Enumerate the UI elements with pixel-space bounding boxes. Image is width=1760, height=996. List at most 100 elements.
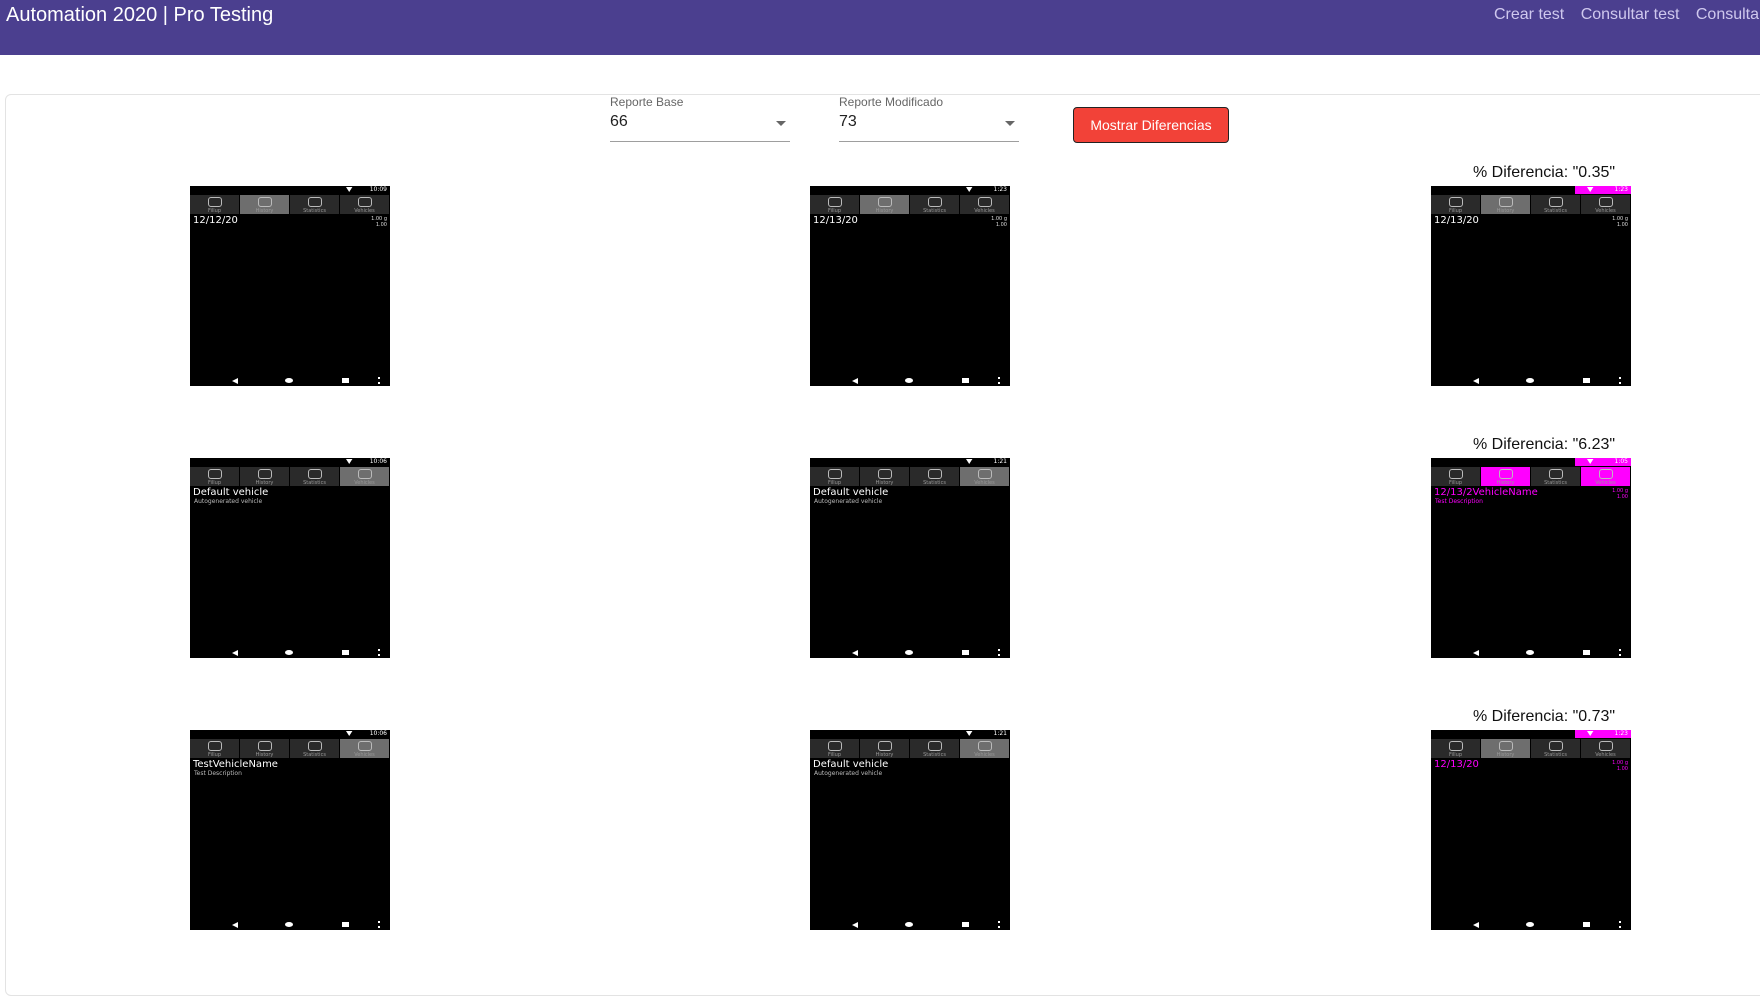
- app-tab-fillup: Fillup: [810, 739, 860, 758]
- stats-icon: [307, 197, 322, 207]
- mostrar-diferencias-button[interactable]: Mostrar Diferencias: [1073, 107, 1229, 143]
- app-tab-history: History: [860, 467, 910, 486]
- stats-icon: [1548, 197, 1563, 207]
- app-tab-label: Fillup: [827, 480, 842, 486]
- app-tab-label: History: [255, 752, 274, 758]
- app-tab-label: Statistics: [303, 208, 326, 214]
- status-time: 10:06: [369, 730, 387, 737]
- car-icon: [357, 741, 372, 751]
- back-icon: [1473, 922, 1479, 928]
- right-value: 1.00: [1616, 222, 1628, 228]
- more-icon: [378, 649, 382, 656]
- status-time: 10:06: [369, 458, 387, 465]
- clock-icon: [257, 197, 272, 207]
- stats-icon: [307, 469, 322, 479]
- app-tab-history: History: [1481, 739, 1531, 758]
- diff-percentage-label: % Diferencia: "0.73": [1473, 708, 1616, 725]
- back-icon: [1473, 650, 1479, 656]
- screenshot-secondary-text: Autogenerated vehicle: [814, 770, 883, 777]
- right-value: 1.00: [375, 222, 387, 228]
- app-tab-fillup: Fillup: [810, 467, 860, 486]
- status-time: 1:23: [1614, 186, 1628, 193]
- car-icon: [357, 469, 372, 479]
- top-nav: Crear test Consultar test Consulta: [1494, 6, 1760, 24]
- app-tab-vehicles: Vehicles: [340, 467, 390, 486]
- status-time: 1:21: [993, 458, 1007, 465]
- signal-icon: [346, 187, 353, 192]
- screenshot-secondary-text: Test Description: [194, 770, 242, 777]
- app-tab-vehicles: Vehicles: [1581, 195, 1631, 214]
- app-tab-label: Fillup: [207, 752, 222, 758]
- back-icon: [232, 378, 238, 384]
- signal-icon: [966, 731, 973, 736]
- app-tab-label: Statistics: [1544, 208, 1567, 214]
- right-value: 1.00: [1616, 766, 1628, 772]
- app-tab-label: Vehicles: [354, 480, 375, 486]
- app-tab-label: Vehicles: [1595, 208, 1616, 214]
- app-tab-label: History: [1496, 208, 1515, 214]
- more-icon: [998, 649, 1002, 656]
- nav-crear-test[interactable]: Crear test: [1494, 6, 1564, 23]
- app-tab-statistics: Statistics: [290, 195, 340, 214]
- app-tab-bar: Fillup History Statistics Vehicles: [1431, 467, 1631, 486]
- phone-nav-bar: [1431, 648, 1631, 658]
- status-time: 1:21: [993, 730, 1007, 737]
- app-title: Automation 2020 | Pro Testing: [6, 4, 274, 26]
- stats-icon: [927, 469, 942, 479]
- app-tab-statistics: Statistics: [1531, 739, 1581, 758]
- app-tab-label: Statistics: [303, 480, 326, 486]
- clock-icon: [877, 197, 892, 207]
- clock-icon: [877, 741, 892, 751]
- home-icon: [285, 650, 293, 655]
- app-tab-label: Statistics: [303, 752, 326, 758]
- nav-consulta[interactable]: Consulta: [1696, 6, 1759, 23]
- screenshot-primary-text: 12/13/20: [813, 215, 858, 226]
- signal-icon: [1587, 459, 1594, 464]
- screenshot-primary-text: Default vehicle: [813, 487, 889, 498]
- app-tab-label: Vehicles: [974, 752, 995, 758]
- app-tab-label: History: [1496, 480, 1515, 486]
- fuel-pump-icon: [207, 469, 222, 479]
- chevron-down-icon: [1005, 121, 1015, 126]
- phone-nav-bar: [190, 920, 390, 930]
- phone-status-bar: 1:23: [1431, 186, 1631, 194]
- screenshot-primary-text: 12/12/20: [193, 215, 238, 226]
- nav-consultar-test[interactable]: Consultar test: [1581, 6, 1680, 23]
- app-tab-label: History: [875, 752, 894, 758]
- app-tab-label: Fillup: [1448, 480, 1463, 486]
- app-tab-label: History: [255, 480, 274, 486]
- app-tab-label: Vehicles: [354, 208, 375, 214]
- phone-nav-bar: [1431, 376, 1631, 386]
- car-icon: [977, 197, 992, 207]
- recents-icon: [962, 650, 969, 655]
- screenshot-modified: 1:21 Fillup History Statistics Vehicles Defau…: [810, 730, 1010, 930]
- recents-icon: [1583, 378, 1590, 383]
- screenshot-primary-text: 12/13/20: [1434, 759, 1479, 770]
- back-icon: [232, 650, 238, 656]
- phone-status-bar: 1:23: [1431, 730, 1631, 738]
- reporte-modificado-select[interactable]: Reporte Modificado 73: [839, 93, 1019, 142]
- app-tab-history: History: [1481, 467, 1531, 486]
- clock-icon: [1498, 741, 1513, 751]
- reporte-base-select[interactable]: Reporte Base 66: [610, 93, 790, 142]
- app-tab-statistics: Statistics: [910, 195, 960, 214]
- app-tab-bar: Fillup History Statistics Vehicles: [190, 467, 390, 486]
- signal-icon: [346, 459, 353, 464]
- app-tab-vehicles: Vehicles: [960, 739, 1010, 758]
- app-tab-label: Fillup: [827, 208, 842, 214]
- fuel-pump-icon: [1448, 741, 1463, 751]
- app-tab-fillup: Fillup: [190, 467, 240, 486]
- app-tab-fillup: Fillup: [190, 739, 240, 758]
- app-tab-history: History: [240, 739, 290, 758]
- clock-icon: [1498, 469, 1513, 479]
- top-app-bar: Automation 2020 | Pro Testing Crear test…: [0, 0, 1760, 55]
- more-icon: [998, 921, 1002, 928]
- phone-nav-bar: [1431, 920, 1631, 930]
- fuel-pump-icon: [827, 469, 842, 479]
- car-icon: [1598, 741, 1613, 751]
- screenshot-secondary-text: Test Description: [1435, 498, 1483, 505]
- fuel-pump-icon: [1448, 197, 1463, 207]
- stats-icon: [307, 741, 322, 751]
- app-tab-label: Statistics: [1544, 752, 1567, 758]
- screenshot-primary-text: 12/13/2VehicleName: [1434, 487, 1538, 498]
